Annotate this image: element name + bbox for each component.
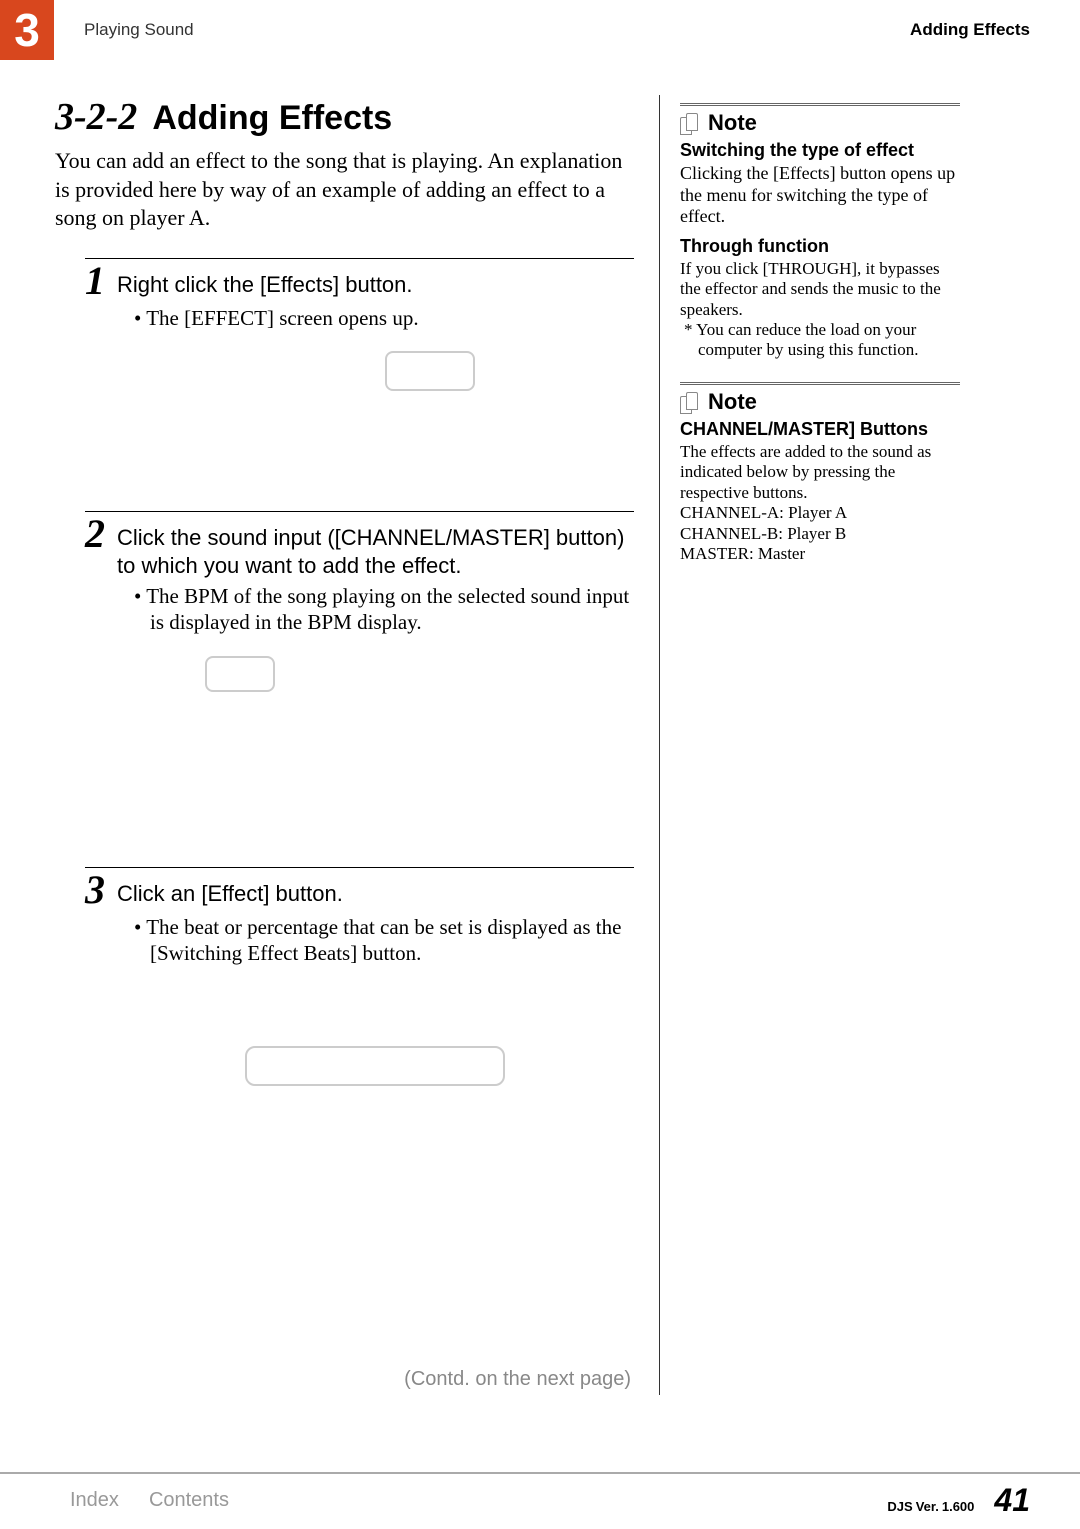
step-number: 1 — [85, 261, 105, 301]
note-subheading: Switching the type of effect — [680, 140, 960, 161]
note-icon — [680, 392, 702, 412]
header-section-label: Adding Effects — [910, 20, 1030, 40]
page-number: 41 — [994, 1482, 1030, 1519]
note-line: CHANNEL-B: Player B — [680, 524, 960, 544]
version-label: Ver. — [916, 1499, 939, 1514]
continued-label: (Contd. on the next page) — [404, 1368, 631, 1391]
note-label: Note — [708, 110, 757, 136]
step-bullet: The [EFFECT] screen opens up. — [150, 305, 634, 331]
note-label: Note — [708, 389, 757, 415]
product-name: DJS — [887, 1499, 912, 1514]
note-bullet: You can reduce the load on your computer… — [698, 320, 960, 360]
step-bullet: The BPM of the song playing on the selec… — [150, 583, 634, 636]
note-text: If you click [THROUGH], it bypasses the … — [680, 259, 960, 320]
page-footer: Index Contents DJS Ver. 1.600 41 — [0, 1472, 1080, 1519]
note-block-2: Note CHANNEL/MASTER] Buttons The effects… — [680, 382, 960, 564]
note-icon — [680, 113, 702, 133]
left-column: 3-2-2 Adding Effects You can add an effe… — [0, 95, 660, 1395]
note-line: MASTER: Master — [680, 544, 960, 564]
step-bullet: The beat or percentage that can be set i… — [150, 914, 634, 967]
main-content: 3-2-2 Adding Effects You can add an effe… — [0, 60, 1080, 1395]
note-text: Clicking the [Effects] button opens up t… — [680, 163, 960, 228]
section-title: Adding Effects — [152, 99, 392, 138]
page-header: 3 Playing Sound Adding Effects — [0, 0, 1080, 60]
section-number: 3-2-2 — [55, 95, 137, 139]
step-2: 2 Click the sound input ([CHANNEL/MASTER… — [85, 511, 634, 692]
right-column: Note Switching the type of effect Clicki… — [660, 95, 990, 1395]
step-number: 2 — [85, 514, 105, 554]
note-line: CHANNEL-A: Player A — [680, 503, 960, 523]
chapter-number: 3 — [0, 0, 54, 60]
step-title: Click the sound input ([CHANNEL/MASTER] … — [117, 518, 634, 579]
note-subheading: CHANNEL/MASTER] Buttons — [680, 419, 960, 440]
image-placeholder — [385, 351, 475, 391]
note-block-1: Note Switching the type of effect Clicki… — [680, 103, 960, 360]
step-title: Right click the [Effects] button. — [117, 265, 413, 299]
footer-index-link[interactable]: Index — [70, 1489, 119, 1512]
chapter-label: Playing Sound — [84, 20, 194, 40]
image-placeholder — [245, 1046, 505, 1086]
step-title: Click an [Effect] button. — [117, 874, 343, 908]
step-3: 3 Click an [Effect] button. The beat or … — [85, 867, 634, 1087]
step-number: 3 — [85, 870, 105, 910]
image-placeholder — [205, 656, 275, 692]
note-text: The effects are added to the sound as in… — [680, 442, 960, 503]
note-subheading: Through function — [680, 236, 960, 257]
version-number: 1.600 — [942, 1499, 975, 1514]
step-1: 1 Right click the [Effects] button. The … — [85, 258, 634, 391]
footer-contents-link[interactable]: Contents — [149, 1489, 229, 1512]
section-heading: 3-2-2 Adding Effects — [55, 95, 634, 139]
section-intro: You can add an effect to the song that i… — [55, 147, 634, 233]
